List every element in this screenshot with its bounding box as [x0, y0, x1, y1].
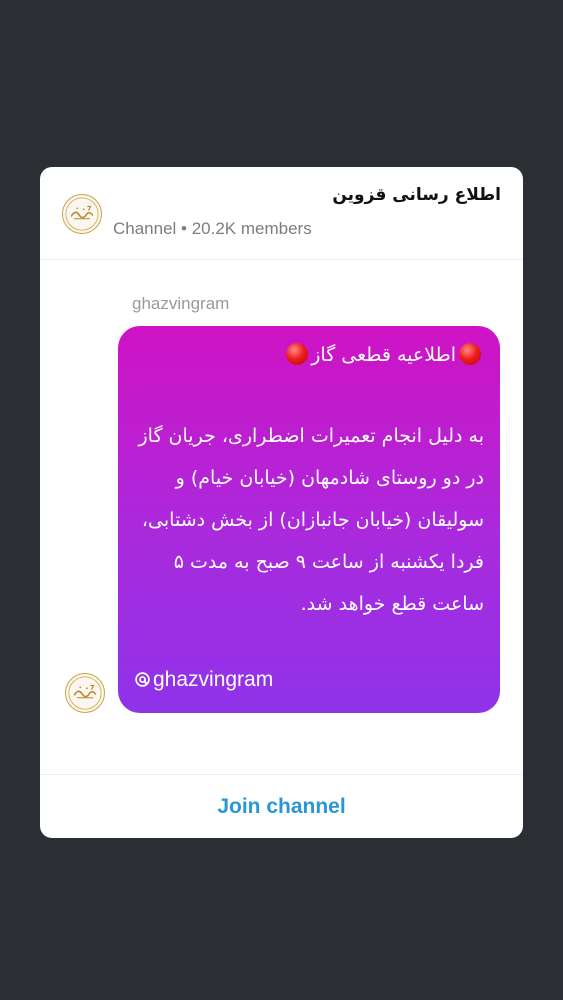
message-sender-name[interactable]: ghazvingram: [132, 294, 229, 314]
threads-icon: [135, 672, 150, 687]
qazvingram-logo-icon: [65, 197, 99, 231]
qazvingram-logo-icon: [68, 676, 102, 710]
message-sender-avatar[interactable]: [65, 673, 105, 713]
message-tag-text: ghazvingram: [153, 668, 274, 691]
join-channel-button[interactable]: Join channel: [217, 795, 345, 819]
red-circle-icon: [286, 343, 309, 365]
join-channel-area: Join channel: [40, 774, 523, 838]
message-bubble[interactable]: اطلاعیه قطعی گاز به دلیل انجام تعمیرات ا…: [118, 326, 500, 713]
message-tag[interactable]: ghazvingram: [134, 666, 273, 694]
channel-preview-card: اطلاع رسانی قزوین Channel • 20.2K member…: [40, 167, 523, 838]
message-title-text: اطلاعیه قطعی گاز: [311, 344, 456, 366]
message-title: اطلاعیه قطعی گاز: [144, 340, 484, 370]
message-body: به دلیل انجام تعمیرات اضطراری، جریان گاز…: [138, 425, 485, 615]
channel-header[interactable]: اطلاع رسانی قزوین Channel • 20.2K member…: [40, 167, 523, 260]
red-circle-icon: [459, 343, 481, 365]
channel-meta: Channel • 20.2K members: [113, 219, 312, 238]
channel-avatar[interactable]: [62, 194, 102, 234]
channel-title: اطلاع رسانی قزوین: [332, 185, 501, 205]
